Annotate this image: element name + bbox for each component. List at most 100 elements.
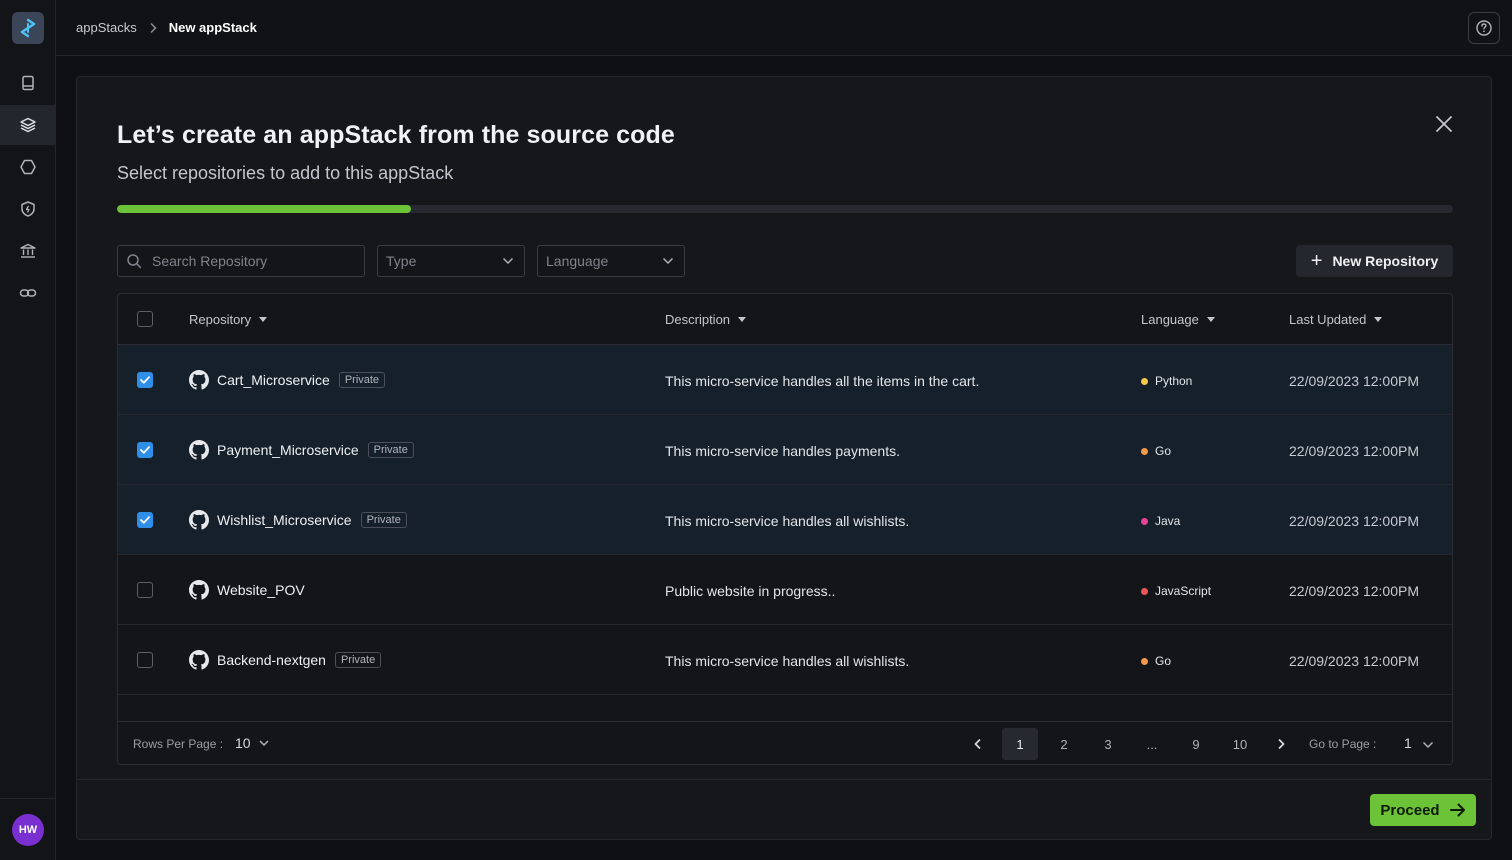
proceed-button[interactable]: Proceed xyxy=(1370,794,1476,826)
search-input[interactable] xyxy=(152,253,352,269)
page-button[interactable]: 10 xyxy=(1222,728,1258,760)
chevron-down-icon xyxy=(502,257,514,265)
github-icon xyxy=(189,370,209,390)
chevron-right-icon xyxy=(149,22,157,34)
repository-last-updated: 22/09/2023 12:00PM xyxy=(1289,373,1419,389)
repository-table: Repository Description Language Last Upd… xyxy=(117,293,1453,765)
repository-name: Cart_Microservice Private xyxy=(217,372,386,388)
go-to-page-label: Go to Page : xyxy=(1309,737,1377,751)
appstack-logo-icon[interactable] xyxy=(12,12,44,44)
language-text: Python xyxy=(1155,374,1193,388)
github-icon xyxy=(189,580,209,600)
sidebar: HW xyxy=(0,0,56,860)
modal-footer: Proceed xyxy=(77,779,1491,841)
sidebar-item-bank[interactable] xyxy=(0,231,55,271)
hexagon-icon xyxy=(19,159,36,175)
sidebar-item-hexagon[interactable] xyxy=(0,147,55,187)
type-select[interactable]: Type xyxy=(377,245,525,277)
arrow-right-icon xyxy=(1449,803,1465,817)
chevron-down-icon xyxy=(662,257,674,265)
sort-caret-icon xyxy=(1206,317,1215,322)
language-select[interactable]: Language xyxy=(537,245,685,277)
private-badge: Private xyxy=(338,372,386,388)
row-checkbox[interactable] xyxy=(137,442,153,458)
page-button[interactable]: 2 xyxy=(1046,728,1082,760)
repository-name: Website_POV xyxy=(217,582,305,598)
repository-name-text: Wishlist_Microservice xyxy=(217,512,352,528)
chevron-left-icon xyxy=(974,738,981,750)
table-row[interactable]: Backend-nextgen Private This micro-service… xyxy=(118,625,1452,695)
language-dot-icon xyxy=(1141,657,1148,665)
repository-last-updated: 22/09/2023 12:00PM xyxy=(1289,583,1419,599)
sidebar-footer: HW xyxy=(0,798,55,860)
column-repository[interactable]: Repository xyxy=(189,312,268,327)
breadcrumb-current: New appStack xyxy=(168,20,257,35)
book-icon xyxy=(21,75,34,91)
search-icon xyxy=(127,254,142,269)
new-repository-button[interactable]: + New Repository xyxy=(1296,245,1453,277)
repository-description: This micro-service handles all the items… xyxy=(665,373,980,389)
private-badge: Private xyxy=(367,442,414,458)
page-button[interactable]: 1 xyxy=(1002,728,1038,760)
shield-icon xyxy=(20,201,35,217)
repository-name: Wishlist_Microservice Private xyxy=(217,512,407,528)
language-dot-icon xyxy=(1141,377,1148,385)
help-button[interactable] xyxy=(1468,12,1500,44)
column-description-label: Description xyxy=(665,312,731,327)
repository-name-text: Backend-nextgen xyxy=(217,652,326,668)
repository-name-text: Cart_Microservice xyxy=(217,372,330,388)
github-icon xyxy=(189,440,209,460)
column-description[interactable]: Description xyxy=(665,312,747,327)
table-row[interactable]: Website_POV Public website in progress.. J… xyxy=(118,555,1452,625)
top-bar: appStacks New appStack xyxy=(56,0,1512,56)
page-button[interactable]: 9 xyxy=(1178,728,1214,760)
page-ellipsis: ... xyxy=(1146,736,1158,752)
modal-subtitle: Select repositories to add to this appSt… xyxy=(117,163,454,183)
repository-last-updated: 22/09/2023 12:00PM xyxy=(1289,513,1419,529)
create-appstack-modal: Let’s create an appStack from the source… xyxy=(76,76,1492,840)
rows-per-page-select[interactable]: 10 xyxy=(235,735,269,751)
chevron-down-icon[interactable] xyxy=(1422,736,1434,754)
table-row[interactable]: Cart_Microservice Private This micro-servi… xyxy=(118,345,1452,415)
column-last-updated[interactable]: Last Updated xyxy=(1289,312,1383,327)
repository-name-text: Payment_Microservice xyxy=(217,442,359,458)
repository-last-updated: 22/09/2023 12:00PM xyxy=(1289,653,1419,669)
table-row[interactable]: Payment_Microservice Private This micro-se… xyxy=(118,415,1452,485)
breadcrumb-appstacks[interactable]: appStacks xyxy=(76,20,137,35)
page-button[interactable]: 3 xyxy=(1090,728,1126,760)
next-page-button[interactable] xyxy=(1271,734,1291,754)
row-checkbox[interactable] xyxy=(137,652,153,668)
repository-language: Go xyxy=(1141,654,1171,668)
chevron-down-icon xyxy=(259,739,269,746)
row-checkbox[interactable] xyxy=(137,512,153,528)
go-to-page-input[interactable]: 1 xyxy=(1404,735,1412,751)
help-circle-icon xyxy=(1476,20,1492,36)
table-row[interactable]: Wishlist_Microservice Private This micro-s… xyxy=(118,485,1452,555)
plus-icon: + xyxy=(1310,250,1323,272)
layers-icon xyxy=(19,117,36,133)
chevron-right-icon xyxy=(1278,738,1285,750)
search-repository[interactable] xyxy=(117,245,365,277)
column-language[interactable]: Language xyxy=(1141,312,1215,327)
select-all-checkbox[interactable] xyxy=(137,311,153,327)
column-last-updated-label: Last Updated xyxy=(1289,312,1367,327)
previous-page-button[interactable] xyxy=(968,734,988,754)
link-icon xyxy=(19,289,36,297)
sidebar-item-appstacks[interactable] xyxy=(0,105,55,145)
row-checkbox[interactable] xyxy=(137,582,153,598)
language-text: Go xyxy=(1155,444,1172,458)
breadcrumb: appStacks New appStack xyxy=(76,20,257,35)
sidebar-item-links[interactable] xyxy=(0,273,55,313)
sidebar-item-book[interactable] xyxy=(0,63,55,103)
repository-description: This micro-service handles all wishlists… xyxy=(665,513,910,529)
rows-per-page-value: 10 xyxy=(235,735,251,751)
avatar[interactable]: HW xyxy=(12,814,44,846)
close-button[interactable] xyxy=(1433,113,1455,135)
row-checkbox[interactable] xyxy=(137,372,153,388)
table-body: Cart_Microservice Private This micro-servi… xyxy=(118,345,1452,721)
modal-title: Let’s create an appStack from the source… xyxy=(117,121,675,149)
table-header: Repository Description Language Last Upd… xyxy=(118,294,1452,345)
sidebar-item-security[interactable] xyxy=(0,189,55,229)
repository-description: This micro-service handles all wishlists… xyxy=(665,653,910,669)
repository-description: Public website in progress.. xyxy=(665,583,836,599)
